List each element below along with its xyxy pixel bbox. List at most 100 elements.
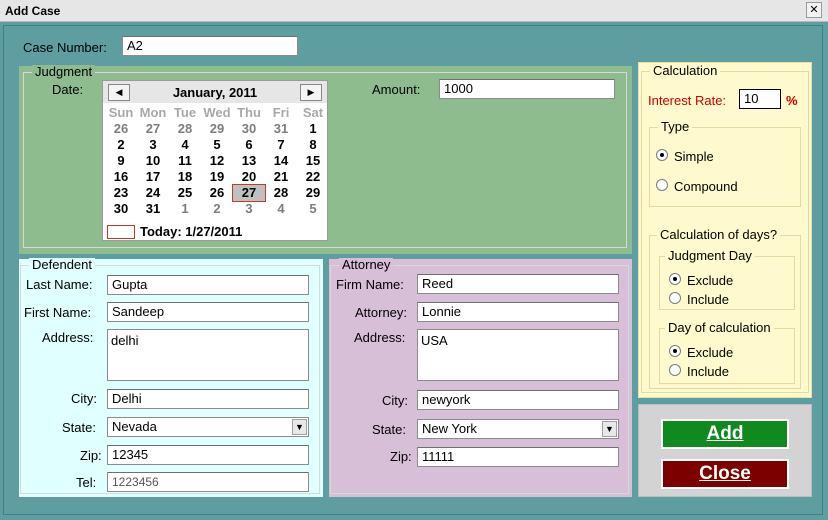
calendar-day[interactable]: 5 [297,201,329,217]
case-number-input[interactable]: A2 [122,36,298,56]
compound-radio[interactable] [656,179,668,191]
calendar-day[interactable]: 31 [265,121,297,137]
simple-radio[interactable] [656,149,668,161]
calendar-day[interactable]: 11 [169,153,201,169]
attorney-city-label: City: [382,393,408,408]
defendent-city-label: City: [71,391,97,406]
attorney-address-label: Address: [354,330,406,345]
calendar-day[interactable]: 9 [105,153,137,169]
calendar-day[interactable]: 16 [105,169,137,185]
calendar-day[interactable]: 2 [105,137,137,153]
jd-exclude-label[interactable]: Exclude [687,273,733,288]
calendar-day[interactable]: 27 [232,184,266,202]
last-name-label: Last Name: [26,277,93,292]
calendar-day[interactable]: 5 [201,137,233,153]
today-label[interactable]: Today: 1/27/2011 [140,224,242,239]
calendar-day[interactable]: 3 [137,137,169,153]
calendar-weekday: Mon [139,105,167,120]
attorney-state-select[interactable]: New York ▼ [417,419,619,439]
calculation-panel: Calculation Interest Rate: 10 % Type Sim… [638,62,812,398]
calendar-day[interactable]: 14 [265,153,297,169]
calendar-day[interactable]: 8 [297,137,329,153]
attorney-zip-input[interactable]: 11111 [417,447,619,467]
window-title: Add Case [5,4,61,18]
calendar-day[interactable]: 25 [169,185,201,201]
calendar-weekday: Tue [173,105,197,120]
calendar-day[interactable]: 2 [201,201,233,217]
calendar-day[interactable]: 18 [169,169,201,185]
calendar-day[interactable]: 30 [233,121,265,137]
calendar-day[interactable]: 10 [137,153,169,169]
calendar-day[interactable]: 4 [169,137,201,153]
attorney-city-input[interactable]: newyork [417,390,619,410]
calendar-day[interactable]: 29 [297,185,329,201]
calendar-day[interactable]: 28 [169,121,201,137]
calendar-day[interactable]: 30 [105,201,137,217]
calendar-day[interactable]: 15 [297,153,329,169]
amount-input[interactable]: 1000 [439,79,615,99]
calendar-day[interactable]: 13 [233,153,265,169]
calculation-legend: Calculation [650,64,721,78]
add-button[interactable]: Add [661,419,789,449]
case-number-label: Case Number: [23,40,107,55]
tel-input[interactable]: 1223456 [107,472,309,492]
calendar-day[interactable]: 7 [265,137,297,153]
calendar-day[interactable]: 20 [233,169,265,185]
defendent-state-select[interactable]: Nevada ▼ [107,417,309,437]
simple-label[interactable]: Simple [674,149,714,164]
first-name-input[interactable]: Sandeep [107,302,309,322]
calendar-day[interactable]: 22 [297,169,329,185]
chevron-down-icon[interactable]: ▼ [602,421,617,437]
action-panel: Add Close [638,404,812,497]
calendar-day[interactable]: 31 [137,201,169,217]
calendar-weekday: Sun [108,105,134,120]
last-name-input[interactable]: Gupta [107,275,309,295]
today-marker [107,225,135,239]
type-legend: Type [658,120,693,134]
attorney-legend: Attorney [339,258,394,272]
interest-rate-label: Interest Rate: [648,93,727,108]
chevron-down-icon[interactable]: ▼ [292,419,307,435]
interest-rate-input[interactable]: 10 [739,89,781,109]
close-button[interactable]: Close [661,459,789,489]
calendar-day[interactable]: 27 [137,121,169,137]
calendar-day[interactable]: 6 [233,137,265,153]
calendar-day[interactable]: 26 [201,185,233,201]
defendent-city-input[interactable]: Delhi [107,389,309,409]
calendar-day[interactable]: 3 [233,201,265,217]
jd-include-radio[interactable] [669,292,681,304]
cd-include-radio[interactable] [669,364,681,376]
attorney-address-input[interactable]: USA [417,329,619,381]
calendar-day[interactable]: 21 [265,169,297,185]
date-calendar[interactable]: ◀ January, 2011 ▶ Sun Mon Tue Wed Thu Fri Sat 2… [102,80,328,241]
calendar-day[interactable]: 19 [201,169,233,185]
calendar-day[interactable]: 17 [137,169,169,185]
attorney-panel: Attorney Firm Name: Reed Attorney: Lonni… [329,258,632,497]
cd-include-label[interactable]: Include [687,364,729,379]
compound-label[interactable]: Compound [674,179,738,194]
defendent-address-input[interactable]: delhi [107,329,309,381]
defendent-zip-input[interactable]: 12345 [107,445,309,465]
percent-sign: % [786,93,798,108]
defendent-state-value: Nevada [112,419,157,434]
calendar-day[interactable]: 1 [297,121,329,137]
attorney-name-input[interactable]: Lonnie [417,302,619,322]
next-month-icon[interactable]: ▶ [300,84,322,101]
firm-name-input[interactable]: Reed [417,274,619,294]
calendar-day[interactable]: 26 [105,121,137,137]
defendent-address-label: Address: [42,330,94,345]
calendar-day[interactable]: 4 [265,201,297,217]
close-icon[interactable]: ✕ [806,2,822,18]
jd-exclude-radio[interactable] [669,273,681,285]
calendar-day[interactable]: 24 [137,185,169,201]
calendar-day[interactable]: 23 [105,185,137,201]
calendar-day[interactable]: 28 [265,185,297,201]
jd-include-label[interactable]: Include [687,292,729,307]
cd-exclude-radio[interactable] [669,345,681,357]
cd-exclude-label[interactable]: Exclude [687,345,733,360]
calendar-day[interactable]: 12 [201,153,233,169]
calendar-day[interactable]: 29 [201,121,233,137]
calendar-weekday: Fri [272,105,290,120]
defendent-legend: Defendent [29,258,95,272]
calendar-day[interactable]: 1 [169,201,201,217]
